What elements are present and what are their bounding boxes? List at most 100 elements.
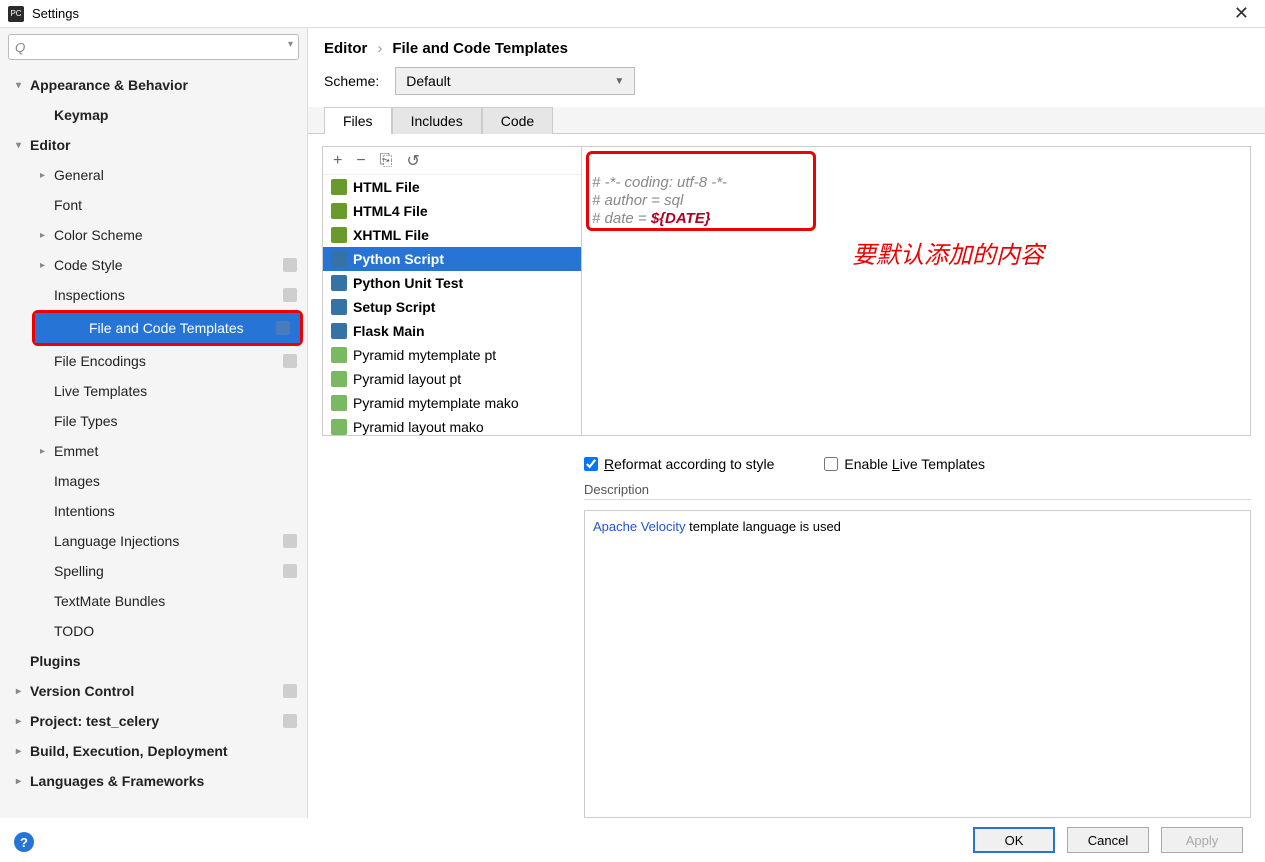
sidebar-item-label: Color Scheme — [54, 227, 143, 243]
file-template-item[interactable]: XHTML File — [323, 223, 581, 247]
file-template-item[interactable]: Setup Script — [323, 295, 581, 319]
description-box: Apache Velocity template language is use… — [584, 510, 1251, 818]
sidebar-item-label: Editor — [30, 137, 70, 153]
file-template-item[interactable]: HTML File — [323, 175, 581, 199]
scope-badge-icon — [283, 714, 297, 728]
tab-includes[interactable]: Includes — [392, 107, 482, 134]
chevron-icon: ▸ — [16, 746, 30, 757]
sidebar-item-project-test-celery[interactable]: ▸Project: test_celery — [0, 706, 307, 736]
file-list: HTML File HTML4 File XHTML File Python Scri… — [323, 175, 581, 435]
window-title: Settings — [32, 6, 79, 21]
file-template-label: Pyramid layout mako — [353, 419, 484, 435]
sidebar-item-label: File Types — [54, 413, 118, 429]
remove-icon[interactable]: − — [356, 152, 365, 170]
annotation-box-sidebar: File and Code Templates — [32, 310, 303, 346]
sidebar-item-spelling[interactable]: Spelling — [0, 556, 307, 586]
sidebar-item-label: Live Templates — [54, 383, 147, 399]
chevron-icon: ▸ — [16, 716, 30, 727]
settings-tree: ▾Appearance & BehaviorKeymap▾Editor▸Gene… — [0, 66, 307, 818]
sidebar-item-plugins[interactable]: Plugins — [0, 646, 307, 676]
file-template-item[interactable]: Pyramid layout mako — [323, 415, 581, 435]
sidebar-item-label: Appearance & Behavior — [30, 77, 188, 93]
scope-badge-icon — [283, 354, 297, 368]
sidebar-item-intentions[interactable]: Intentions — [0, 496, 307, 526]
sidebar-item-label: Language Injections — [54, 533, 179, 549]
velocity-link[interactable]: Apache Velocity — [593, 519, 686, 534]
file-template-label: HTML File — [353, 179, 420, 195]
sidebar-item-build-execution-deployment[interactable]: ▸Build, Execution, Deployment — [0, 736, 307, 766]
cancel-button[interactable]: Cancel — [1067, 827, 1149, 853]
add-icon[interactable]: + — [333, 152, 342, 170]
sidebar-item-label: Inspections — [54, 287, 125, 303]
copy-icon[interactable]: ⎘ — [380, 152, 393, 170]
sidebar-item-inspections[interactable]: Inspections — [0, 280, 307, 310]
enable-live-templates-checkbox[interactable]: Enable Live Templates — [824, 456, 985, 472]
breadcrumb-a[interactable]: Editor — [324, 40, 367, 57]
sidebar-item-label: Plugins — [30, 653, 81, 669]
sidebar-item-label: Code Style — [54, 257, 122, 273]
sidebar: ▾ ▾Appearance & BehaviorKeymap▾Editor▸Ge… — [0, 28, 308, 818]
template-tabs: FilesIncludesCode — [308, 107, 1265, 134]
sidebar-item-code-style[interactable]: ▸Code Style — [0, 250, 307, 280]
sidebar-item-textmate-bundles[interactable]: TextMate Bundles — [0, 586, 307, 616]
file-template-item[interactable]: Pyramid mytemplate pt — [323, 343, 581, 367]
file-type-icon — [331, 419, 347, 435]
file-template-item[interactable]: Pyramid mytemplate mako — [323, 391, 581, 415]
tab-code[interactable]: Code — [482, 107, 553, 134]
reformat-checkbox[interactable]: Reformat according to style — [584, 456, 774, 472]
search-input[interactable] — [8, 34, 299, 60]
code-editor[interactable]: # -*- coding: utf-8 -*- # author = sql #… — [582, 147, 1250, 435]
file-template-label: XHTML File — [353, 227, 429, 243]
sidebar-item-label: Version Control — [30, 683, 134, 699]
sidebar-item-images[interactable]: Images — [0, 466, 307, 496]
sidebar-item-live-templates[interactable]: Live Templates — [0, 376, 307, 406]
sidebar-item-version-control[interactable]: ▸Version Control — [0, 676, 307, 706]
sidebar-item-file-types[interactable]: File Types — [0, 406, 307, 436]
file-template-item[interactable]: HTML4 File — [323, 199, 581, 223]
search-dropdown-icon[interactable]: ▾ — [288, 39, 293, 50]
sidebar-item-keymap[interactable]: Keymap — [0, 100, 307, 130]
sidebar-item-label: Build, Execution, Deployment — [30, 743, 228, 759]
sidebar-item-languages-frameworks[interactable]: ▸Languages & Frameworks — [0, 766, 307, 796]
sidebar-item-font[interactable]: Font — [0, 190, 307, 220]
sidebar-item-file-and-code-templates[interactable]: File and Code Templates — [35, 313, 300, 343]
help-icon[interactable]: ? — [14, 832, 34, 852]
ok-button[interactable]: OK — [973, 827, 1055, 853]
scheme-select[interactable]: Default ▼ — [395, 67, 635, 95]
code-panel: # -*- coding: utf-8 -*- # author = sql #… — [582, 146, 1251, 436]
scheme-value: Default — [406, 73, 450, 89]
sidebar-item-color-scheme[interactable]: ▸Color Scheme — [0, 220, 307, 250]
file-type-icon — [331, 275, 347, 291]
file-template-item[interactable]: Flask Main — [323, 319, 581, 343]
scope-badge-icon — [283, 564, 297, 578]
close-icon[interactable]: ✕ — [1226, 3, 1257, 24]
sidebar-item-general[interactable]: ▸General — [0, 160, 307, 190]
chevron-icon: ▸ — [40, 446, 54, 457]
sidebar-item-file-encodings[interactable]: File Encodings — [0, 346, 307, 376]
file-template-label: Pyramid mytemplate mako — [353, 395, 519, 411]
sidebar-item-label: Emmet — [54, 443, 98, 459]
file-template-label: Pyramid mytemplate pt — [353, 347, 496, 363]
file-template-label: HTML4 File — [353, 203, 428, 219]
chevron-icon: ▾ — [16, 80, 30, 91]
file-type-icon — [331, 251, 347, 267]
file-type-icon — [331, 371, 347, 387]
chevron-icon: ▸ — [16, 776, 30, 787]
sidebar-item-editor[interactable]: ▾Editor — [0, 130, 307, 160]
file-template-item[interactable]: Python Script — [323, 247, 581, 271]
sidebar-item-emmet[interactable]: ▸Emmet — [0, 436, 307, 466]
file-template-item[interactable]: Pyramid layout pt — [323, 367, 581, 391]
tab-files[interactable]: Files — [324, 107, 392, 134]
file-type-icon — [331, 323, 347, 339]
file-template-item[interactable]: Python Unit Test — [323, 271, 581, 295]
sidebar-item-label: Images — [54, 473, 100, 489]
file-type-icon — [331, 395, 347, 411]
sidebar-item-todo[interactable]: TODO — [0, 616, 307, 646]
sidebar-item-language-injections[interactable]: Language Injections — [0, 526, 307, 556]
file-template-label: Setup Script — [353, 299, 435, 315]
undo-icon[interactable]: ↺ — [407, 151, 420, 171]
chevron-icon: ▸ — [40, 260, 54, 271]
sidebar-item-label: Intentions — [54, 503, 115, 519]
sidebar-item-appearance-behavior[interactable]: ▾Appearance & Behavior — [0, 70, 307, 100]
button-bar: OK Cancel Apply — [0, 818, 1265, 862]
